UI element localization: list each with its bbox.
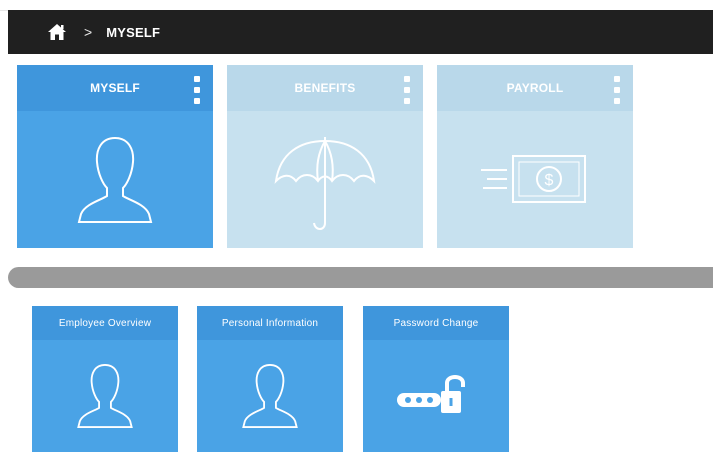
subtile-title: Personal Information [197,306,343,340]
person-icon [197,340,343,452]
umbrella-icon [227,111,423,248]
subtile-password-change[interactable]: Password Change [363,306,509,452]
person-icon [17,111,213,248]
password-lock-icon [363,340,509,452]
breadcrumb: > MYSELF [8,10,713,54]
tile-payroll[interactable]: PAYROLL $ [437,65,633,248]
tile-title: PAYROLL [437,65,633,111]
breadcrumb-separator: > [84,24,93,40]
subtile-title: Password Change [363,306,509,340]
home-icon[interactable] [46,22,68,42]
tile-menu-icon[interactable] [403,76,411,104]
tile-menu-icon[interactable] [613,76,621,104]
tile-menu-icon[interactable] [193,76,201,104]
subtile-employee-overview[interactable]: Employee Overview [32,306,178,452]
person-icon [32,340,178,452]
subtile-title: Employee Overview [32,306,178,340]
subtile-personal-information[interactable]: Personal Information [197,306,343,452]
svg-text:$: $ [545,172,554,189]
breadcrumb-current[interactable]: MYSELF [106,25,160,40]
tile-benefits[interactable]: BENEFITS [227,65,423,248]
tile-title: MYSELF [17,65,213,111]
money-icon: $ [437,111,633,248]
tile-myself[interactable]: MYSELF [17,65,213,248]
tile-title: BENEFITS [227,65,423,111]
section-divider [8,267,713,288]
